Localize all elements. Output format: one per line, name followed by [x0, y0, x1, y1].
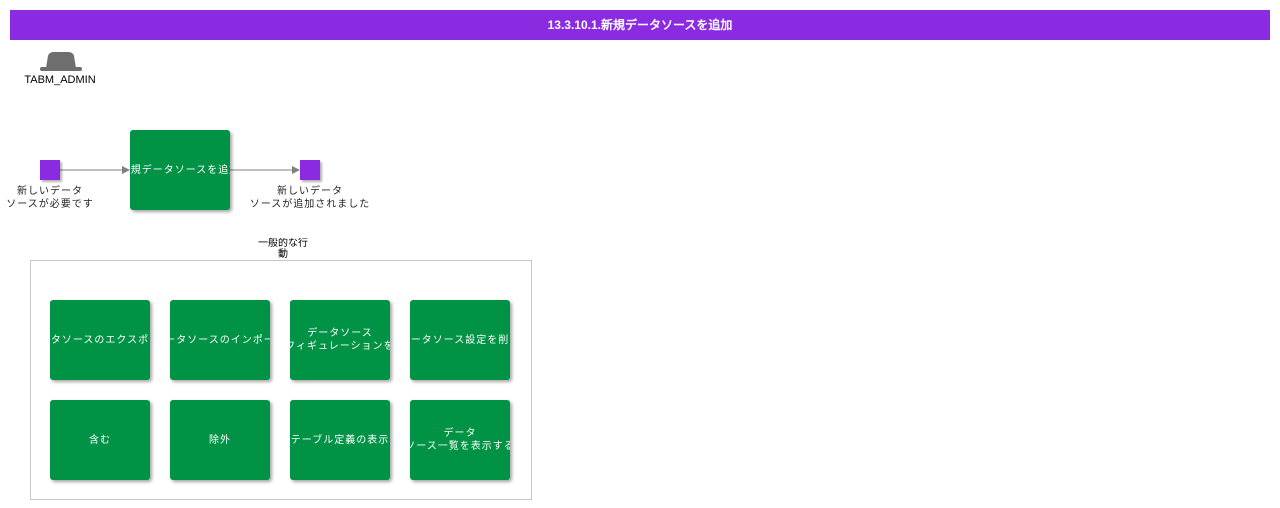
action-label: テーブル定義の表示 — [290, 434, 390, 446]
process-add-data-source[interactable]: 新規データソースを追加 — [130, 130, 230, 210]
action-label: データ — [443, 428, 477, 439]
action-list-data-sources[interactable]: データソース一覧を表示する — [410, 400, 510, 480]
action-label: 含む — [89, 434, 111, 446]
action-include[interactable]: 含む — [50, 400, 150, 480]
action-label-line2: ソース一覧を表示する — [410, 441, 510, 452]
group-label-line1: 一般的な行 — [258, 238, 308, 249]
action-label: データソースのインポート — [170, 334, 270, 346]
action-label-line2: コンフィギュレーションを作成 — [290, 341, 390, 352]
end-event-label-line1: 新しいデータ — [277, 186, 343, 197]
action-label: データソースのエクスポート — [50, 334, 150, 346]
process-label: 新規データソースを追加 — [130, 164, 230, 176]
group-label: 一般的な行 動 — [250, 238, 316, 260]
end-event[interactable] — [300, 160, 320, 180]
action-label: 除外 — [209, 434, 231, 446]
action-show-table-definition[interactable]: テーブル定義の表示 — [290, 400, 390, 480]
start-event-label-line1: 新しいデータ — [17, 186, 83, 197]
end-event-label: 新しいデータ ソースが追加されました — [245, 185, 375, 211]
action-create-data-source-configuration[interactable]: データソースコンフィギュレーションを作成 — [290, 300, 390, 380]
start-event[interactable] — [40, 160, 60, 180]
start-event-label: 新しいデータ ソースが必要です — [0, 185, 115, 211]
action-delete-data-source-settings[interactable]: データソース設定を削除 — [410, 300, 510, 380]
action-exclude[interactable]: 除外 — [170, 400, 270, 480]
action-label: データソース — [307, 328, 373, 339]
start-event-label-line2: ソースが必要です — [6, 199, 94, 210]
action-export-data-source[interactable]: データソースのエクスポート — [50, 300, 150, 380]
group-label-line2: 動 — [278, 249, 288, 260]
end-event-label-line2: ソースが追加されました — [249, 199, 371, 210]
action-label: データソース設定を削除 — [410, 334, 510, 346]
action-import-data-source[interactable]: データソースのインポート — [170, 300, 270, 380]
